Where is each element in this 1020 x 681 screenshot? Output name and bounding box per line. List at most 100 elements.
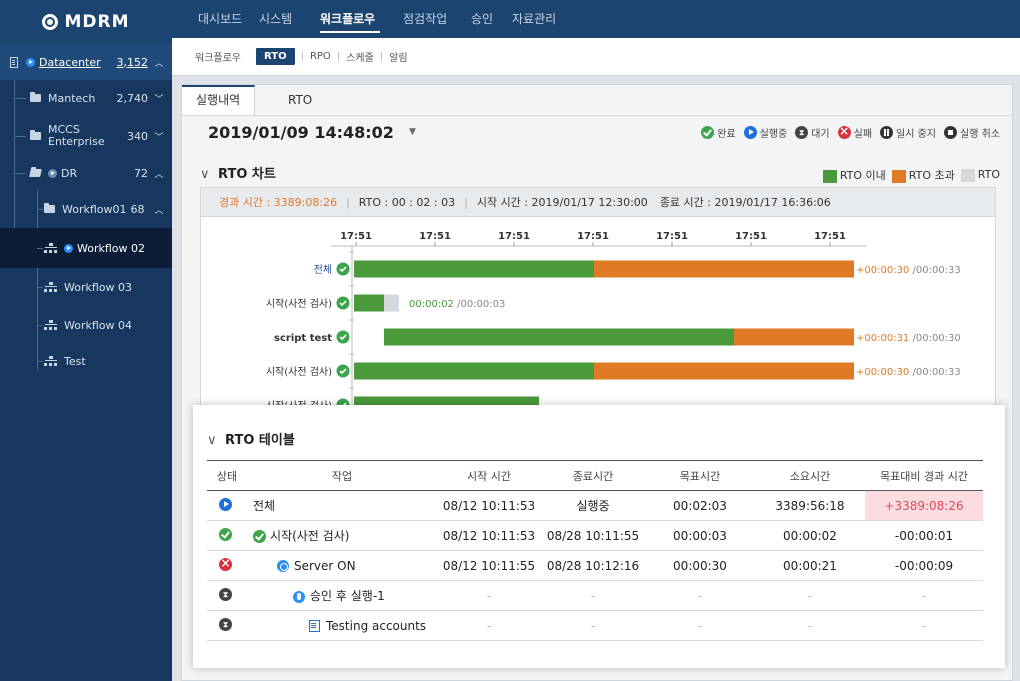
duration-cell: 00:00:02 xyxy=(755,520,865,551)
data-label: 00:00:02 /00:00:03 xyxy=(409,299,505,310)
subnav-separator: | xyxy=(336,51,341,62)
category-label: script test xyxy=(274,333,332,344)
workflow-icon xyxy=(44,281,58,293)
run-datetime: 2019/01/09 14:48:02 xyxy=(208,123,394,142)
start-cell: 08/12 10:11:53 xyxy=(437,490,541,521)
subnav-workflow[interactable]: 워크플로우 xyxy=(195,49,241,64)
target-cell: 00:00:03 xyxy=(645,520,755,551)
app-logo[interactable]: MDRM xyxy=(0,0,172,44)
table-row[interactable]: 승인 후 실행-1 - - - - - xyxy=(207,580,983,611)
sidebar-item-mantech[interactable]: Mantech 2,740 ﹀ xyxy=(0,80,172,116)
sidebar-item-label: Workflow 03 xyxy=(64,280,133,294)
logo-icon xyxy=(42,14,59,30)
nav-approval[interactable]: 승인 xyxy=(471,0,493,38)
sidebar-item-label: Workflow 02 xyxy=(77,241,146,255)
table-section-title: RTO 테이블 xyxy=(225,433,295,448)
sidebar-item-workflow03[interactable]: Workflow 03 xyxy=(0,268,172,306)
folder-icon xyxy=(44,203,55,213)
chevron-down-icon[interactable]: ∨ xyxy=(200,167,210,182)
sidebar-item-count: 340 xyxy=(127,129,148,143)
chevron-up-icon[interactable]: ︿ xyxy=(152,56,166,69)
power-icon xyxy=(277,560,289,572)
col-target: 목표시간 xyxy=(645,460,755,491)
stop-icon xyxy=(944,126,958,139)
sub-navigation: 워크플로우 RTO | RPO | 스케줄 | 알림 xyxy=(172,38,1020,76)
chevron-down-icon[interactable]: ﹀ xyxy=(152,92,166,105)
table-header-row: 상태 작업 시작 시간 종료시간 목표시간 소요시간 목표대비 경과 시간 xyxy=(207,460,983,491)
play-icon xyxy=(48,168,57,178)
col-duration: 소요시간 xyxy=(755,460,865,491)
folder-open-icon xyxy=(29,169,42,177)
play-icon xyxy=(743,126,757,139)
task-name: 시작(사전 검사) xyxy=(270,529,350,543)
top-navigation: 대시보드 시스템 워크플로우 점검작업 승인 자료관리 xyxy=(172,0,1020,38)
subnav-rto[interactable]: RTO xyxy=(256,48,295,65)
table-row[interactable]: Testing accounts - - - - - xyxy=(207,610,983,641)
x-tick-label: 17:51 xyxy=(656,231,688,242)
table-row[interactable]: 시작(사전 검사) 08/12 10:11:53 08/28 10:11:55 … xyxy=(207,520,983,551)
sidebar-item-datacenter[interactable]: Datacenter 3,152 ︿ xyxy=(0,44,172,80)
diff-cell: +3389:08:26 xyxy=(865,490,983,521)
subnav-rpo[interactable]: RPO xyxy=(310,51,331,62)
diff-cell: -00:00:01 xyxy=(865,520,983,551)
table-row[interactable]: 전체 08/12 10:11:53 실행중 00:02:03 3389:56:1… xyxy=(207,490,983,521)
play-icon xyxy=(26,57,35,67)
nav-data-management[interactable]: 자료관리 xyxy=(512,0,556,38)
table-section-header[interactable]: ∨ RTO 테이블 xyxy=(207,429,295,448)
col-status: 상태 xyxy=(207,460,247,491)
rto-chart-svg: 17:51 17:51 17:51 17:51 17:51 17:51 17:51 전체 +00… xyxy=(266,231,961,416)
workflow-icon xyxy=(44,319,58,331)
sidebar-item-workflow01[interactable]: Workflow01 68 ︿ xyxy=(0,190,172,228)
end-time: 종료 시간 : 2019/01/17 16:36:06 xyxy=(659,196,831,209)
logo-text: MDRM xyxy=(64,12,130,32)
sidebar-item-workflow04[interactable]: Workflow 04 xyxy=(0,306,172,344)
running-icon xyxy=(219,497,232,511)
sidebar-item-count: 72 xyxy=(134,166,148,180)
table-row[interactable]: Server ON 08/12 10:11:55 08/28 10:12:16 … xyxy=(207,550,983,581)
status-paused: 일시 중지 xyxy=(880,125,936,140)
col-start: 시작 시간 xyxy=(437,460,541,491)
sidebar-item-test[interactable]: Test xyxy=(0,344,172,378)
sidebar-item-label: MCCS Enterprise xyxy=(48,124,105,148)
x-tick-label: 17:51 xyxy=(498,231,530,242)
duration-cell: 3389:56:18 xyxy=(755,490,865,521)
building-icon xyxy=(10,56,18,68)
col-diff: 목표대비 경과 시간 xyxy=(865,460,983,491)
target-cell: - xyxy=(645,580,755,611)
subnav-alert[interactable]: 알림 xyxy=(389,49,407,64)
col-end: 종료시간 xyxy=(541,460,645,491)
tab-history[interactable]: 실행내역 xyxy=(182,85,256,115)
subnav-separator: | xyxy=(379,51,384,62)
end-cell: 08/28 10:11:55 xyxy=(541,520,645,551)
workflow-icon xyxy=(44,355,58,367)
play-icon xyxy=(64,243,73,253)
end-cell: - xyxy=(541,580,645,611)
error-icon xyxy=(837,125,851,139)
category-label: 전체 xyxy=(314,264,332,276)
end-cell: 실행중 xyxy=(541,490,645,521)
dropdown-caret-icon[interactable]: ▼ xyxy=(409,127,416,137)
start-cell: - xyxy=(437,610,541,641)
folder-icon xyxy=(30,92,41,102)
chevron-up-icon[interactable]: ︿ xyxy=(152,167,166,180)
pause-icon xyxy=(880,126,894,139)
nav-dashboard[interactable]: 대시보드 xyxy=(198,0,242,38)
duration-cell: 00:00:21 xyxy=(755,550,865,581)
start-cell: - xyxy=(437,580,541,611)
sidebar-item-mccs-enterprise[interactable]: MCCS Enterprise 340 ﹀ xyxy=(0,116,172,156)
x-tick-label: 17:51 xyxy=(814,231,846,242)
sidebar-item-dr[interactable]: DR 72 ︿ xyxy=(0,156,172,190)
col-task: 작업 xyxy=(247,460,437,491)
subnav-schedule[interactable]: 스케줄 xyxy=(346,49,374,64)
chart-section-header[interactable]: ∨ RTO 차트 xyxy=(200,163,276,182)
end-cell: - xyxy=(541,610,645,641)
nav-inspection[interactable]: 점검작업 xyxy=(403,0,447,38)
chevron-up-icon[interactable]: ︿ xyxy=(152,203,166,216)
nav-system[interactable]: 시스템 xyxy=(259,0,292,38)
task-name: Server ON xyxy=(294,558,356,573)
sidebar-item-workflow02[interactable]: Workflow 02 xyxy=(0,228,172,268)
chevron-down-icon[interactable]: ∨ xyxy=(207,433,217,448)
nav-active-underline xyxy=(320,31,380,33)
chevron-down-icon[interactable]: ﹀ xyxy=(152,130,166,143)
tab-rto[interactable]: RTO xyxy=(274,85,326,115)
